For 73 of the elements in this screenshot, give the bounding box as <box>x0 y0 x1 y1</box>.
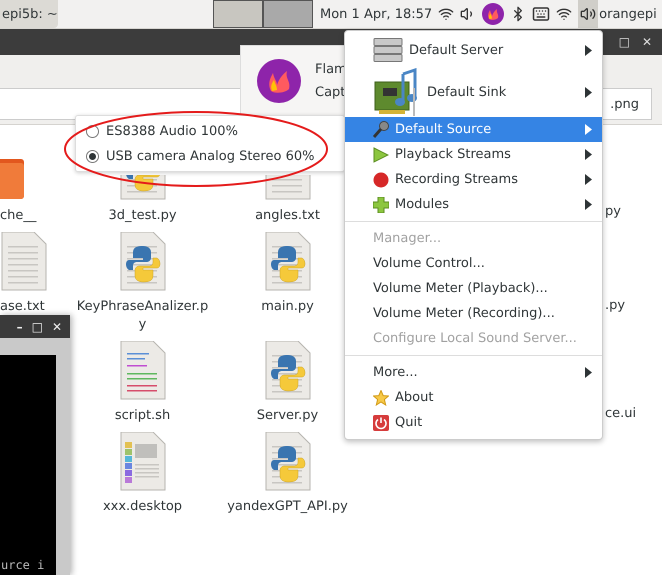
power-icon <box>373 414 389 430</box>
maximize-icon[interactable]: □ <box>32 320 43 332</box>
menu-item[interactable]: Default Sink <box>345 67 602 117</box>
python-file-icon <box>118 232 166 292</box>
clock[interactable]: Mon 1 Apr, 18:57 <box>320 6 432 22</box>
menu-item[interactable]: More... <box>345 360 602 385</box>
script-file-icon <box>118 341 166 401</box>
record-icon <box>373 172 389 188</box>
menu-item[interactable]: Quit <box>345 410 602 435</box>
location-text: .png <box>610 96 639 112</box>
submenu-arrow-icon <box>585 86 592 98</box>
menu-item[interactable]: Playback Streams <box>345 142 602 167</box>
text-file-icon <box>0 232 48 292</box>
workspace-thumbnail[interactable] <box>263 0 313 28</box>
file-name[interactable]: yandexGPT_API.py <box>227 498 348 516</box>
file-name[interactable]: main.py <box>261 298 314 316</box>
minimize-icon[interactable]: – <box>16 320 23 332</box>
python-file-icon <box>264 341 312 401</box>
keyboard-icon[interactable] <box>532 5 550 23</box>
file-name[interactable]: angles.txt <box>255 207 320 225</box>
wifi-icon[interactable] <box>438 6 454 22</box>
terminal-text: urce i <box>0 558 44 574</box>
user-name[interactable]: orangepi <box>599 6 657 22</box>
file-name[interactable]: KeyPhraseAnalizer.py <box>75 298 210 334</box>
submenu-arrow-icon <box>585 44 592 56</box>
submenu-arrow-icon <box>585 174 592 185</box>
file-name[interactable]: script.sh <box>114 407 170 425</box>
workspace-thumbnail[interactable] <box>213 0 263 28</box>
menu-item[interactable]: Volume Control... <box>345 251 602 276</box>
play-icon <box>373 146 389 162</box>
close-icon[interactable]: ✕ <box>52 320 62 332</box>
volume-icon[interactable] <box>578 0 598 28</box>
file-name[interactable]: ase.txt <box>0 298 45 316</box>
folder-icon <box>0 157 26 201</box>
plus-icon <box>373 196 389 212</box>
flame-logo-icon <box>482 3 504 25</box>
radio-option[interactable]: ES8388 Audio 100% <box>86 122 344 140</box>
radio-button[interactable] <box>86 150 99 162</box>
file-name[interactable]: 3d_test.py <box>108 207 177 225</box>
maximize-icon[interactable]: □ <box>618 36 630 48</box>
menu-item[interactable]: About <box>345 385 602 410</box>
file-name[interactable]: py <box>605 204 621 219</box>
radio-label: ES8388 Audio 100% <box>106 124 238 138</box>
close-icon[interactable]: ✕ <box>642 36 652 48</box>
menu-item[interactable]: Volume Meter (Recording)... <box>345 301 602 326</box>
text-file-icon <box>264 175 312 201</box>
python-file-icon <box>264 232 312 292</box>
python-file-icon <box>264 432 312 492</box>
file-name[interactable]: che__ <box>0 207 36 225</box>
notification-body: Capt <box>315 85 346 100</box>
file-name[interactable]: .py <box>605 298 626 313</box>
python-file-icon <box>118 175 166 201</box>
file-name[interactable]: ce.ui <box>605 406 636 421</box>
microphone-icon <box>373 120 389 138</box>
submenu-arrow-icon <box>585 124 592 135</box>
menu-item[interactable]: Default Source <box>345 117 602 142</box>
menu-item[interactable]: Recording Streams <box>345 167 602 192</box>
taskbar-button[interactable]: epi5b: ~ <box>0 0 58 28</box>
font-file-icon <box>118 432 166 492</box>
file-name[interactable]: xxx.desktop <box>102 498 182 516</box>
radio-label: USB camera Analog Stereo 60% <box>106 148 314 164</box>
submenu-arrow-icon <box>585 199 592 210</box>
submenu-arrow-icon <box>585 367 592 378</box>
submenu-arrow-icon <box>585 149 592 160</box>
star-icon <box>373 390 389 406</box>
file-name[interactable]: Server.py <box>256 407 318 425</box>
wifi-icon[interactable] <box>556 6 572 22</box>
server-icon <box>373 38 403 62</box>
radio-option[interactable]: USB camera Analog Stereo 60% <box>86 146 344 166</box>
flame-logo-icon <box>257 59 301 103</box>
menu-item[interactable]: Volume Meter (Playback)... <box>345 276 602 301</box>
menu-item[interactable]: Modules <box>345 192 602 217</box>
menu-item[interactable]: Default Server <box>345 33 602 67</box>
